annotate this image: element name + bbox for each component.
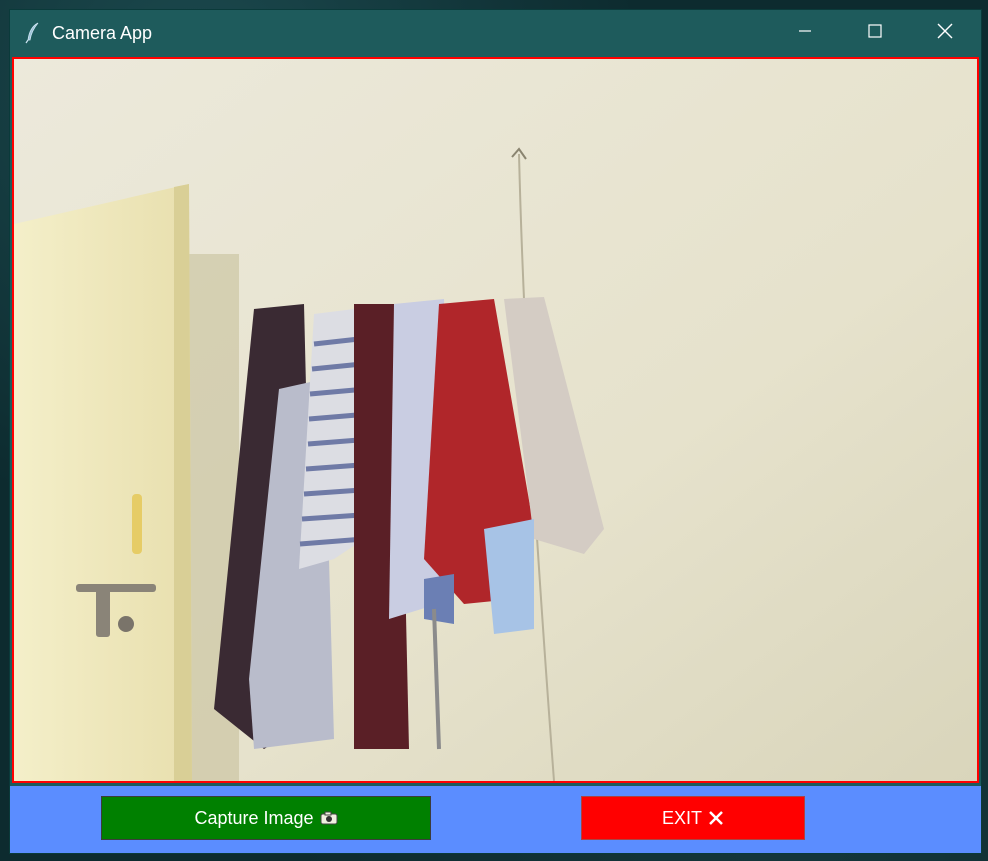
maximize-button[interactable] — [840, 10, 910, 56]
feather-icon — [25, 22, 41, 44]
maximize-icon — [868, 23, 882, 43]
close-button[interactable] — [910, 10, 980, 56]
x-icon — [708, 810, 724, 826]
camera-feed — [12, 57, 979, 783]
button-bar: Capture Image EXIT — [10, 786, 981, 853]
capture-image-button[interactable]: Capture Image — [101, 796, 431, 840]
camera-icon — [320, 811, 338, 825]
camera-app-window: Camera App Capture Image EXIT — [10, 10, 981, 853]
camera-feed-image — [14, 59, 977, 781]
close-icon — [937, 23, 953, 44]
exit-button[interactable]: EXIT — [581, 796, 805, 840]
capture-image-label: Capture Image — [194, 807, 314, 828]
window-title: Camera App — [52, 23, 153, 43]
minimize-button[interactable] — [770, 10, 840, 56]
exit-label: EXIT — [661, 807, 702, 828]
title-bar[interactable]: Camera App — [10, 10, 981, 56]
minimize-icon — [798, 24, 812, 43]
